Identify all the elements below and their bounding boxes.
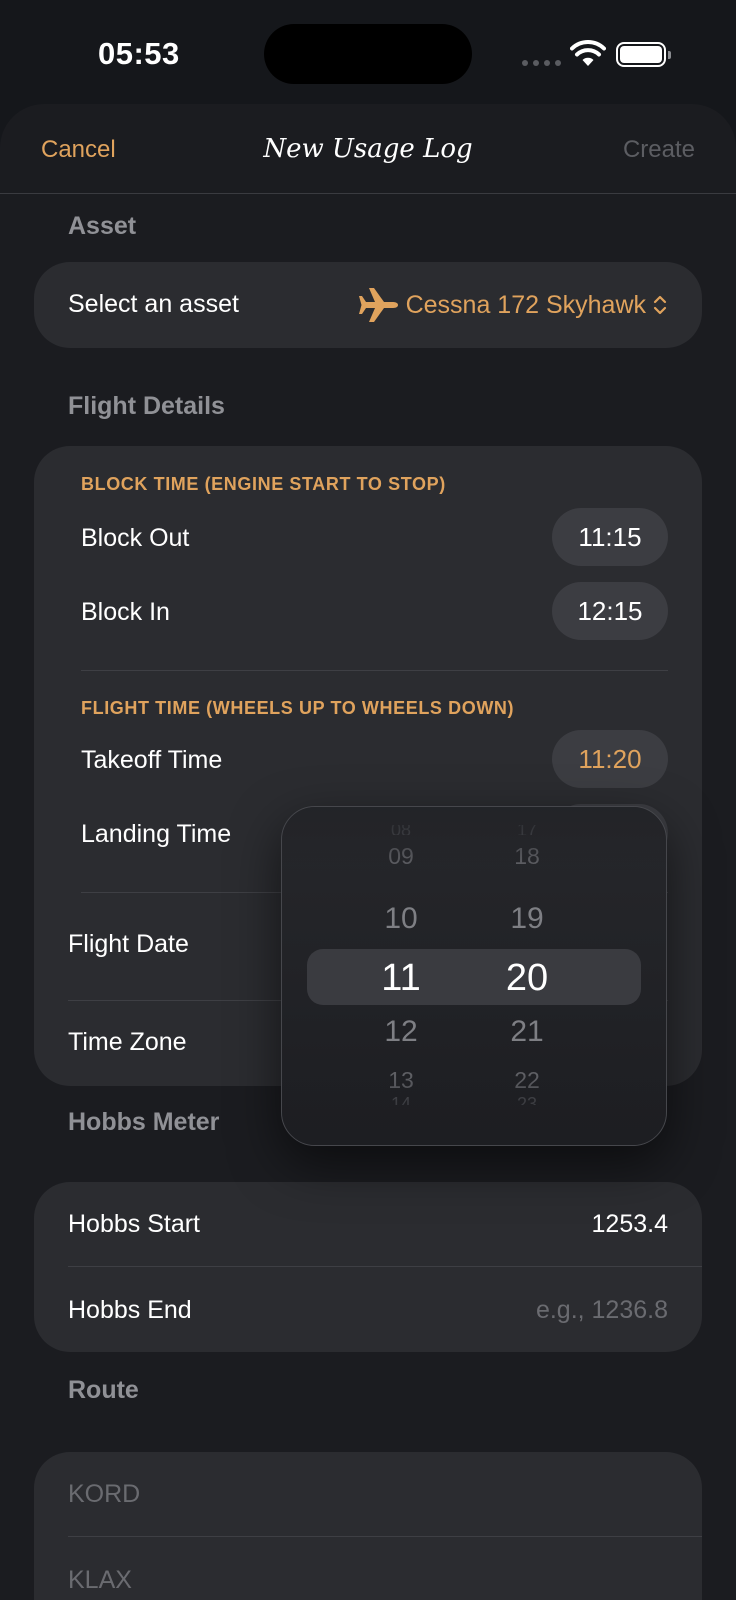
minute-wheel[interactable]: 17 18 19 20 21 22 23 xyxy=(467,807,587,1145)
hour-option[interactable]: 13 xyxy=(341,1067,461,1094)
time-zone-label: Time Zone xyxy=(68,1028,187,1056)
hobbs-card: Hobbs Start 1253.4 Hobbs End e.g., 1236.… xyxy=(34,1182,702,1352)
dynamic-island xyxy=(264,24,472,84)
minute-option[interactable]: 23 xyxy=(467,1095,587,1105)
hour-option[interactable]: 08 xyxy=(341,825,461,835)
time-picker-popover[interactable]: 08 09 10 11 12 13 14 17 18 19 20 21 22 2… xyxy=(281,806,667,1146)
hour-selected[interactable]: 11 xyxy=(341,957,461,1000)
hobbs-start-field[interactable]: 1253.4 xyxy=(592,1210,668,1239)
hour-option[interactable]: 12 xyxy=(341,1015,461,1049)
landing-time-label: Landing Time xyxy=(81,820,232,848)
cellular-signal-icon xyxy=(522,60,561,66)
section-hobbs-meter: Hobbs Meter xyxy=(68,1108,220,1136)
minute-option[interactable]: 17 xyxy=(467,825,587,835)
flight-date-label: Flight Date xyxy=(68,930,189,958)
block-out-label: Block Out xyxy=(81,524,190,552)
chevron-up-down-icon xyxy=(653,295,667,315)
hour-wheel[interactable]: 08 09 10 11 12 13 14 xyxy=(341,807,461,1145)
nav-bar: Cancel New Usage Log Create xyxy=(0,104,736,194)
takeoff-time-label: Takeoff Time xyxy=(81,746,223,774)
asset-picker[interactable]: Cessna 172 Skyhawk xyxy=(358,286,668,324)
status-time: 05:53 xyxy=(98,36,180,71)
minute-selected[interactable]: 20 xyxy=(467,957,587,1000)
arrival-airport-field[interactable]: KLAX xyxy=(68,1566,132,1595)
hobbs-start-label: Hobbs Start xyxy=(68,1210,201,1238)
divider xyxy=(81,670,668,671)
hour-option[interactable]: 14 xyxy=(341,1095,461,1105)
hour-option[interactable]: 09 xyxy=(341,843,461,870)
section-route: Route xyxy=(68,1376,139,1404)
route-card: KORD KLAX xyxy=(34,1452,702,1600)
status-bar: 05:53 xyxy=(0,0,736,104)
asset-card: Select an asset Cessna 172 Skyhawk xyxy=(34,262,702,348)
departure-airport-field[interactable]: KORD xyxy=(68,1480,140,1509)
wifi-icon xyxy=(570,40,606,66)
hobbs-end-label: Hobbs End xyxy=(68,1296,192,1324)
section-asset: Asset xyxy=(68,212,137,240)
takeoff-time-button[interactable]: 11:20 xyxy=(552,730,668,788)
block-out-time-button[interactable]: 11:15 xyxy=(552,508,668,566)
hour-option[interactable]: 10 xyxy=(341,902,461,936)
section-flight-details: Flight Details xyxy=(68,392,225,420)
minute-option[interactable]: 18 xyxy=(467,843,587,870)
block-time-header: BLOCK TIME (ENGINE START TO STOP) xyxy=(81,474,446,494)
flight-time-header: FLIGHT TIME (WHEELS UP TO WHEELS DOWN) xyxy=(81,698,515,718)
create-button[interactable]: Create xyxy=(623,136,695,164)
select-asset-label: Select an asset xyxy=(68,290,239,318)
hobbs-end-field[interactable]: e.g., 1236.8 xyxy=(536,1296,668,1325)
minute-option[interactable]: 21 xyxy=(467,1015,587,1049)
block-in-time-button[interactable]: 12:15 xyxy=(552,582,668,640)
battery-icon xyxy=(616,42,671,67)
block-in-label: Block In xyxy=(81,598,170,626)
divider xyxy=(68,1536,702,1537)
minute-option[interactable]: 19 xyxy=(467,902,587,936)
airplane-icon xyxy=(358,288,398,322)
divider xyxy=(68,1266,702,1267)
minute-option[interactable]: 22 xyxy=(467,1067,587,1094)
asset-value: Cessna 172 Skyhawk xyxy=(405,290,646,319)
